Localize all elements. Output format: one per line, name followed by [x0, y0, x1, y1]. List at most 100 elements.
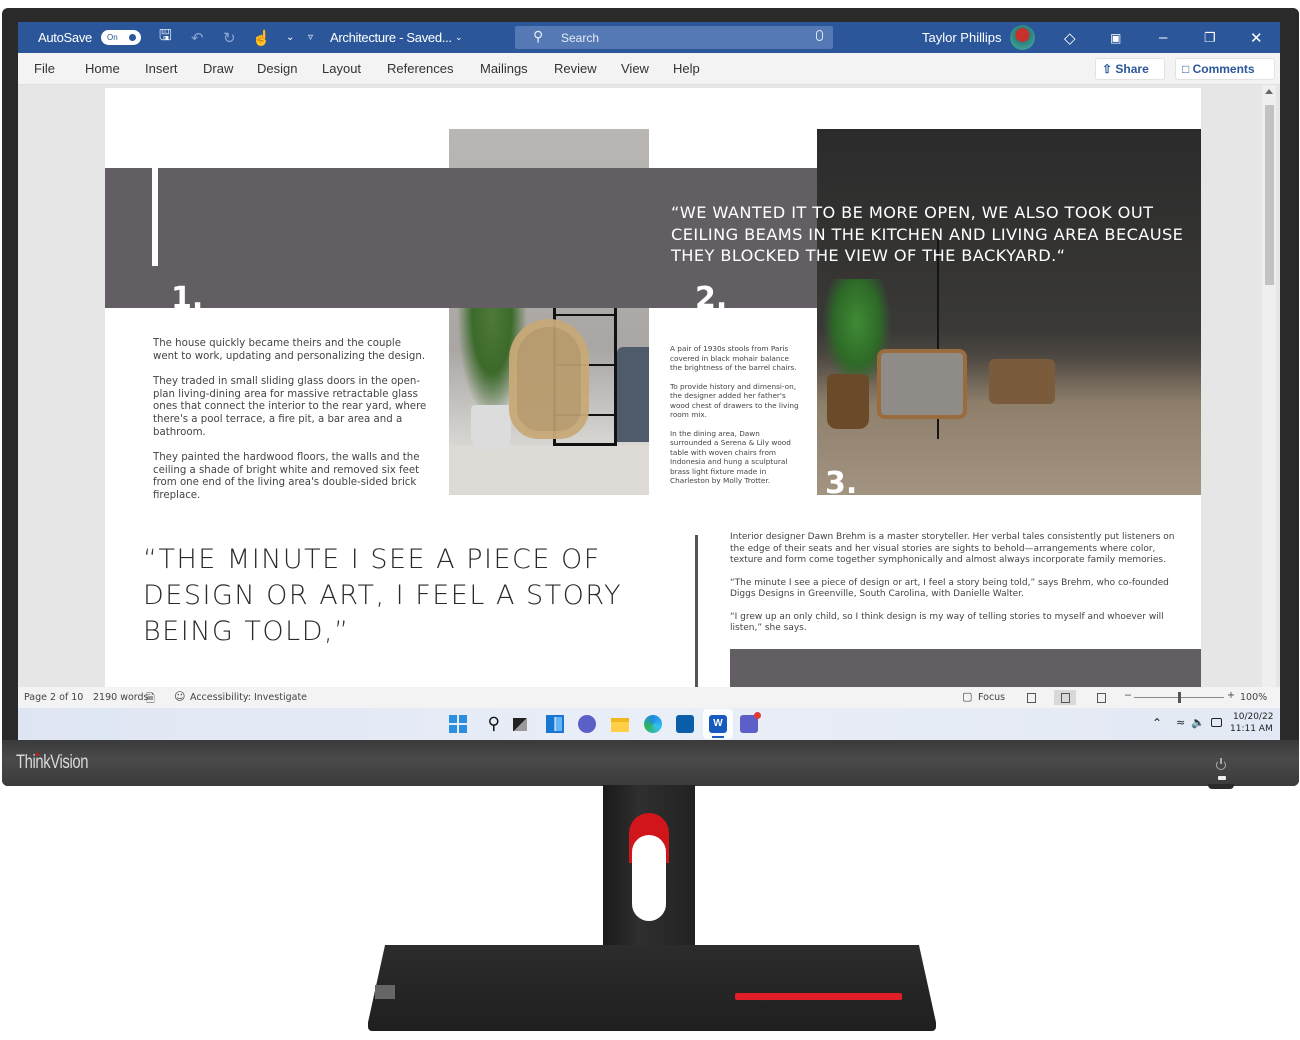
scroll-up-icon[interactable] — [1265, 89, 1273, 94]
tab-references[interactable]: References — [387, 61, 453, 76]
save-icon[interactable]: 🖫 — [159, 22, 172, 53]
ribbon-tabs: File Home Insert Draw Design Layout Refe… — [18, 53, 1280, 85]
restore-icon[interactable]: ❐ — [1204, 22, 1216, 53]
paragraph: Interior designer Dawn Brehm is a master… — [730, 532, 1175, 565]
word-icon[interactable]: W — [709, 715, 727, 733]
battery-icon[interactable] — [1211, 718, 1222, 727]
photo-rocking-chair — [817, 129, 1201, 495]
tab-help[interactable]: Help — [673, 61, 700, 76]
power-icon-line — [1220, 758, 1222, 764]
tab-review[interactable]: Review — [554, 61, 597, 76]
tab-file[interactable]: File — [34, 61, 55, 76]
customize-toolbar-icon[interactable]: ▿ — [308, 22, 313, 53]
focus-icon: ▢ — [962, 690, 973, 703]
zoom-out-button[interactable]: − — [1124, 690, 1132, 701]
widgets-icon[interactable] — [546, 715, 564, 733]
search-icon[interactable]: ⚲ — [482, 714, 500, 733]
paragraph: The house quickly became theirs and the … — [153, 338, 426, 362]
avatar[interactable] — [1010, 25, 1035, 50]
power-tab — [1208, 784, 1234, 789]
toggle-knob — [129, 34, 136, 41]
tray-date[interactable]: 10/20/22 — [1233, 712, 1273, 722]
user-name[interactable]: Taylor Phillips — [922, 22, 1001, 53]
start-tile — [459, 725, 467, 733]
word-titlebar: AutoSave On 🖫 ↶ ↻ ☝ ⌄ ▿ Architecture - S… — [18, 22, 1280, 53]
start-tile — [449, 715, 457, 723]
power-led — [1218, 776, 1226, 780]
accessibility-status[interactable]: Accessibility: Investigate — [190, 692, 307, 703]
autosave-state: On — [107, 33, 118, 42]
microphone-icon[interactable] — [816, 30, 823, 41]
lenovo-logo-badge — [375, 985, 395, 999]
photo-sofa — [617, 347, 649, 442]
wifi-icon[interactable]: ≈ — [1176, 716, 1185, 729]
photo-basket — [827, 374, 869, 429]
zoom-in-button[interactable]: + — [1227, 690, 1235, 701]
tab-view[interactable]: View — [621, 61, 649, 76]
search-box[interactable]: ⚲ Search — [515, 26, 833, 49]
chat-icon[interactable] — [578, 715, 596, 733]
page-info[interactable]: Page 2 of 10 — [24, 692, 83, 703]
task-view-icon[interactable] — [513, 718, 527, 731]
zoom-slider-thumb[interactable] — [1178, 692, 1181, 703]
windows-taskbar: ⚲ W ⌃ ≈ 🔈 10/20/22 11:11 AM — [18, 708, 1280, 740]
close-icon[interactable]: ✕ — [1250, 22, 1263, 53]
photo-chair — [509, 319, 589, 439]
tab-insert[interactable]: Insert — [145, 61, 178, 76]
body-column-2: A pair of 1930s stools from Paris covere… — [670, 344, 800, 495]
tab-home[interactable]: Home — [85, 61, 120, 76]
divider — [695, 535, 698, 690]
share-button[interactable]: ⇧ Share — [1095, 58, 1165, 80]
scrollbar-thumb[interactable] — [1265, 105, 1274, 285]
comments-label: Comments — [1192, 62, 1255, 76]
minimize-icon[interactable]: – — [1159, 22, 1167, 53]
web-layout-button[interactable] — [1090, 690, 1112, 705]
document-title[interactable]: Architecture - Saved... ⌄ — [330, 22, 463, 53]
share-icon: ⇧ — [1102, 62, 1116, 76]
photo-rocker — [877, 349, 967, 419]
body-column-1: The house quickly became theirs and the … — [153, 338, 428, 516]
start-icon[interactable] — [449, 715, 467, 733]
print-layout-button[interactable] — [1054, 690, 1076, 705]
word-count[interactable]: 2190 words — [93, 692, 149, 703]
proofing-icon[interactable]: 🗎 — [146, 690, 155, 709]
autosave-toggle[interactable]: On — [101, 30, 141, 45]
chevron-up-icon[interactable]: ⌃ — [1152, 716, 1162, 730]
paragraph: In the dining area, Dawn surrounded a Se… — [670, 428, 791, 486]
touch-mode-icon[interactable]: ☝ — [252, 22, 271, 53]
tray-time[interactable]: 11:11 AM — [1230, 724, 1273, 734]
tab-layout[interactable]: Layout — [322, 61, 361, 76]
read-mode-button[interactable] — [1020, 690, 1042, 705]
photo-cabinet — [989, 359, 1055, 404]
start-tile — [449, 725, 457, 733]
search-icon: ⚲ — [533, 28, 544, 44]
focus-button[interactable]: Focus — [978, 692, 1005, 703]
premium-diamond-icon[interactable]: ◇ — [1064, 22, 1076, 53]
comment-icon: □ — [1182, 62, 1193, 76]
edge-icon[interactable] — [644, 715, 662, 733]
zoom-level[interactable]: 100% — [1240, 692, 1267, 703]
undo-icon[interactable]: ↶ — [191, 22, 204, 53]
photo-floor — [449, 445, 649, 495]
document-canvas: 1. 2. 3. “WE WANTED IT TO BE MORE OPEN, … — [18, 85, 1280, 690]
paragraph: “The minute I see a piece of design or a… — [730, 577, 1169, 600]
pull-quote: “THE MINUTE I SEE A PIECE OF DESIGN OR A… — [143, 544, 622, 647]
volume-icon[interactable]: 🔈 — [1191, 716, 1205, 729]
accent-bar — [152, 168, 158, 266]
tab-design[interactable]: Design — [257, 61, 297, 76]
redo-icon[interactable]: ↻ — [223, 22, 236, 53]
vertical-scrollbar[interactable] — [1262, 85, 1276, 687]
tab-mailings[interactable]: Mailings — [480, 61, 528, 76]
tab-draw[interactable]: Draw — [203, 61, 233, 76]
share-label: Share — [1115, 62, 1149, 76]
paragraph: A pair of 1930s stools from Paris covere… — [670, 344, 797, 372]
document-page[interactable]: 1. 2. 3. “WE WANTED IT TO BE MORE OPEN, … — [105, 88, 1201, 690]
photo-pot — [471, 405, 511, 450]
file-explorer-icon[interactable] — [611, 718, 629, 732]
search-placeholder: Search — [561, 30, 600, 45]
comments-button[interactable]: □ Comments — [1175, 58, 1275, 80]
store-icon[interactable] — [676, 715, 694, 733]
chevron-down-icon[interactable]: ⌄ — [286, 22, 294, 53]
ribbon-display-icon[interactable]: ▣ — [1110, 22, 1121, 53]
paragraph: “I grew up an only child, so I think des… — [730, 611, 1164, 634]
